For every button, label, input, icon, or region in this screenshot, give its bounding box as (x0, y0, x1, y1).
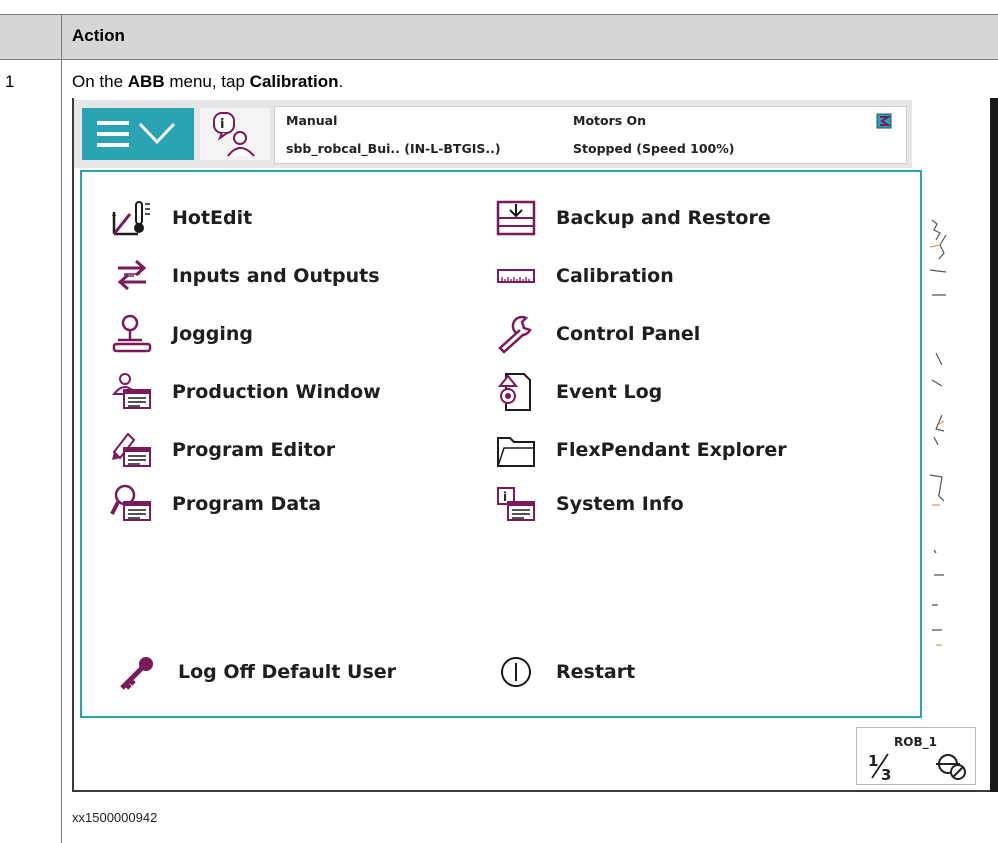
hamburger-icon (97, 121, 129, 147)
menu-label: FlexPendant Explorer (556, 439, 787, 461)
menu-item-backup-restore[interactable]: Backup and Restore (494, 198, 771, 238)
menu-item-program-data[interactable]: Program Data (110, 484, 321, 524)
program-data-icon (110, 484, 151, 521)
inputs-outputs-icon (117, 259, 147, 291)
svg-text:1: 1 (868, 752, 878, 770)
menu-label: Backup and Restore (556, 207, 771, 229)
backup-restore-icon (496, 200, 536, 236)
increment-fraction-icon: 1 3 (868, 752, 891, 782)
table-header-row (0, 15, 998, 59)
wrench-icon (498, 315, 532, 354)
menu-label: Event Log (556, 381, 663, 403)
menu-item-production-window[interactable]: Production Window (110, 372, 381, 412)
chevron-down-icon (138, 122, 176, 145)
log-off-button[interactable]: Log Off Default User (116, 652, 396, 692)
screenshot-right-edge (990, 98, 998, 792)
action-column-header: Action (72, 26, 125, 45)
run-mode-icon (936, 754, 966, 780)
folder-icon (497, 437, 535, 467)
event-log-icon (497, 373, 531, 411)
user-info-icon: i (213, 112, 255, 157)
calibration-icon (497, 269, 535, 283)
menu-label: Restart (556, 661, 636, 683)
figure-id: xx1500000942 (72, 810, 158, 825)
step-instruction: On the ABB menu, tap Calibration. (72, 72, 344, 91)
table-header-divider (0, 59, 998, 60)
menu-label: Program Editor (172, 439, 336, 461)
table-column-divider (61, 14, 62, 843)
menu-item-program-editor[interactable]: Program Editor (110, 430, 335, 470)
system-name: sbb_robcal_Bui.. (IN-L-BTGIS..) (286, 141, 501, 156)
menu-label: System Info (556, 493, 684, 515)
program-editor-icon (112, 432, 151, 467)
menu-label: Inputs and Outputs (172, 265, 380, 287)
svg-text:3: 3 (881, 766, 891, 782)
menu-item-system-info[interactable]: i System Info (494, 484, 684, 524)
mode-status: Manual (286, 113, 338, 128)
restart-button[interactable]: Restart (494, 652, 635, 692)
menu-label: Log Off Default User (178, 661, 397, 683)
svg-text:i: i (503, 490, 507, 504)
screenshot-bottom-border (72, 790, 998, 792)
joystick-icon (112, 314, 152, 353)
menu-item-event-log[interactable]: Event Log (494, 372, 662, 412)
power-icon (501, 657, 531, 687)
svg-text:i: i (220, 117, 224, 132)
system-info-icon: i (497, 487, 535, 521)
menu-label: Calibration (556, 265, 674, 287)
step-number: 1 (5, 72, 15, 91)
menu-label: Jogging (172, 323, 253, 345)
menu-label: Production Window (172, 381, 381, 403)
menu-item-calibration[interactable]: Calibration (494, 256, 674, 296)
key-icon (120, 657, 153, 690)
menu-label: Program Data (172, 493, 322, 515)
operator-window-button[interactable]: i (200, 108, 270, 160)
screenshot-left-border (72, 98, 74, 792)
production-window-icon (111, 373, 151, 409)
mechanical-unit-label: ROB_1 (894, 735, 937, 749)
menu-label: Control Panel (556, 323, 701, 345)
menu-item-jogging[interactable]: Jogging (110, 314, 253, 354)
hotedit-icon (112, 201, 150, 236)
menu-item-control-panel[interactable]: Control Panel (494, 314, 700, 354)
menu-label: HotEdit (172, 207, 253, 229)
menu-item-hotedit[interactable]: HotEdit (110, 198, 252, 238)
speed-status-icon (876, 113, 892, 129)
program-state: Stopped (Speed 100%) (573, 141, 735, 156)
motors-status: Motors On (573, 113, 647, 128)
menu-item-flexpendant-explorer[interactable]: FlexPendant Explorer (494, 430, 787, 470)
background-program-view (929, 219, 947, 646)
menu-item-inputs-outputs[interactable]: Inputs and Outputs (110, 256, 380, 296)
